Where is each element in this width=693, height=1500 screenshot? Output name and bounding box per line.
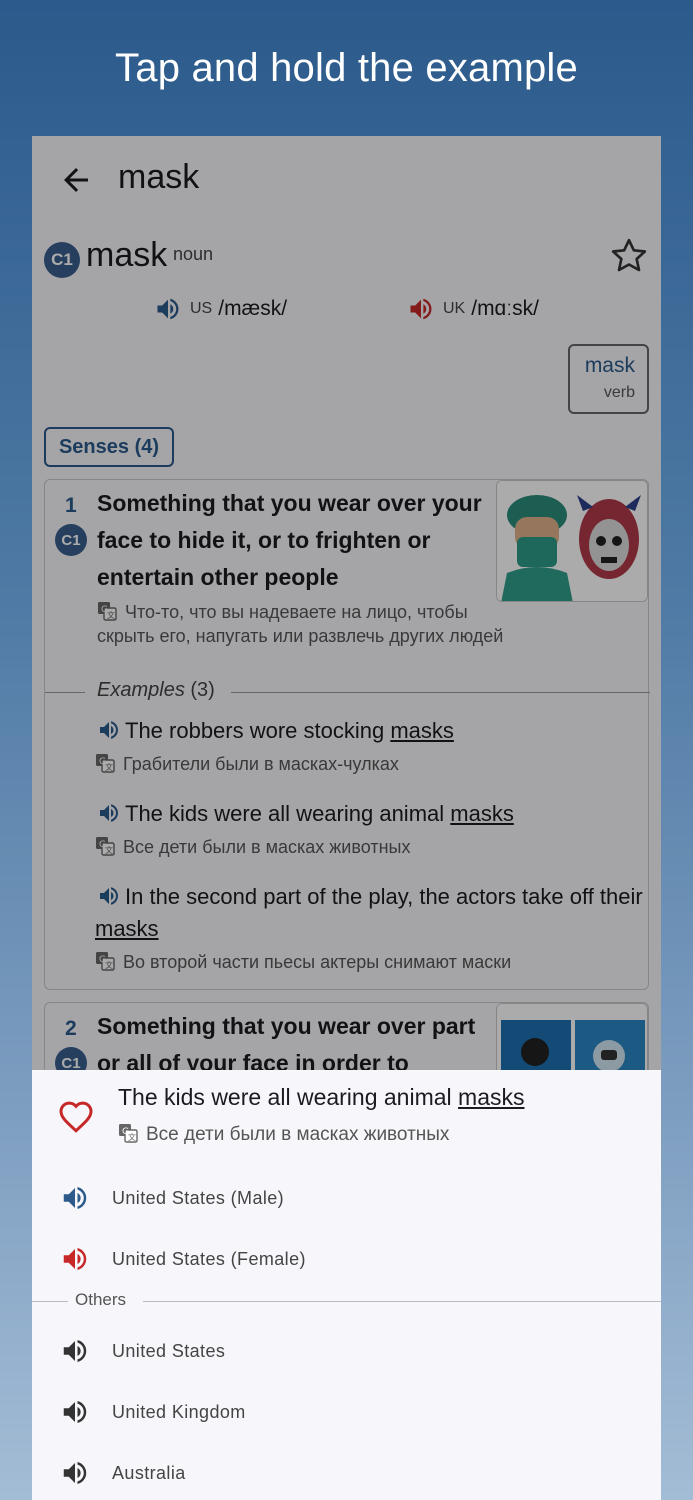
headword: mask [86,236,168,274]
sense-definition: Something that you wear over your face t… [97,490,482,590]
level-badge: C1 [55,524,87,556]
sense-image[interactable] [496,480,648,602]
sense-number: 2 [65,1017,77,1040]
translate-icon: G文 [96,952,115,971]
app-bar: mask [32,136,661,224]
example-text: The robbers wore stocking masks [95,715,643,747]
voice-option-label: United Kingdom [112,1401,246,1422]
voice-option-united-kingdom[interactable]: United Kingdom [32,1382,661,1442]
speaker-icon[interactable] [95,718,123,742]
heart-icon[interactable] [58,1100,94,1136]
star-icon[interactable] [609,236,649,276]
sense-translation-text: Что-то, что вы надеваете на лицо, чтобы … [97,602,504,646]
uk-ipa: /mɑːsk/ [471,297,539,320]
senses-chip[interactable]: Senses (4) [44,427,174,467]
voice-option-australia[interactable]: Australia [32,1443,661,1500]
headword-row: C1 mask noun [44,236,649,282]
pronunciation-bottom-sheet: The kids were all wearing animal masks G… [32,1070,661,1500]
voice-option-label: United States (Male) [112,1187,285,1208]
svg-text:文: 文 [105,762,113,772]
mask-illustration [497,481,647,601]
uk-label: UK [443,300,466,317]
speaker-icon[interactable] [95,801,123,825]
example-text: The kids were all wearing animal masks [95,798,643,830]
example-item[interactable]: The robbers wore stocking masks G 文 Грабит… [95,715,643,775]
sense-card-1: 1 C1 Something that you wear over your f… [44,479,650,990]
divider [45,692,85,693]
divider [231,692,650,693]
others-label: Others [75,1290,127,1309]
tutorial-banner: Tap and hold the example [115,45,578,90]
selected-example-text: The kids were all wearing animal masks [118,1084,525,1110]
translate-icon: G 文 [98,602,117,621]
speaker-icon [63,1401,87,1423]
svg-text:文: 文 [105,845,113,855]
example-translation: G 文 Грабители были в масках-чулках [95,753,643,775]
speaker-red-icon [63,1248,87,1270]
selected-example-translation: G 文 Все дети были в масках животных [118,1123,449,1146]
sense-number: 1 [65,494,77,517]
translate-icon: G文 [96,837,115,856]
voice-option-label: Australia [112,1462,186,1483]
translate-icon: G文 [119,1124,138,1143]
us-label: US [190,300,213,317]
speaker-icon [63,1340,87,1362]
related-word-button[interactable]: mask verb [568,344,649,414]
voice-option-us-female[interactable]: United States (Female) [32,1229,661,1289]
sense-translation: G 文 Что-то, что вы надеваете на лицо, чт… [97,600,517,648]
pronunciation-uk[interactable]: UK /mɑːsk/ [405,292,539,326]
speaker-icon [63,1462,87,1484]
examples-label: Examples (3) [97,679,215,701]
voice-option-united-states[interactable]: United States [32,1321,661,1381]
speaker-blue-icon [63,1187,87,1209]
voice-option-label: United States [112,1340,226,1361]
voice-option-us-male[interactable]: United States (Male) [32,1168,661,1228]
level-badge: C1 [44,242,80,278]
related-pos: verb [603,384,635,401]
speaker-uk-icon[interactable] [405,295,437,323]
svg-text:文: 文 [107,610,115,620]
divider [32,1301,68,1302]
us-ipa: /mæsk/ [218,297,288,320]
examples-header[interactable]: Examples (3) [45,678,650,706]
back-arrow-icon[interactable] [58,162,94,198]
part-of-speech: noun [173,244,214,264]
translate-icon: G文 [96,754,115,773]
voice-option-label: United States (Female) [112,1248,306,1269]
svg-text:文: 文 [105,960,113,970]
speaker-icon[interactable] [95,884,123,908]
pronunciation-us[interactable]: US /mæsk/ [152,292,287,326]
app-screen: mask C1 mask noun US /mæsk/ UK /mɑːsk/ m… [32,136,661,1500]
speaker-us-icon[interactable] [152,295,184,323]
example-item[interactable]: The kids were all wearing animal masks G… [95,798,643,858]
related-word: mask [584,354,635,377]
example-translation: G 文 Во второй части пьесы актеры снимают м… [95,951,643,973]
others-divider: Others [32,1290,661,1312]
divider [143,1301,661,1302]
svg-text:文: 文 [128,1132,136,1142]
example-item[interactable]: In the second part of the play, the acto… [95,881,643,973]
example-translation: G 文 Все дети были в масках животных [95,836,643,858]
examples-count: (3) [190,679,215,701]
example-text: In the second part of the play, the acto… [95,884,643,941]
page-title: mask [118,158,200,196]
